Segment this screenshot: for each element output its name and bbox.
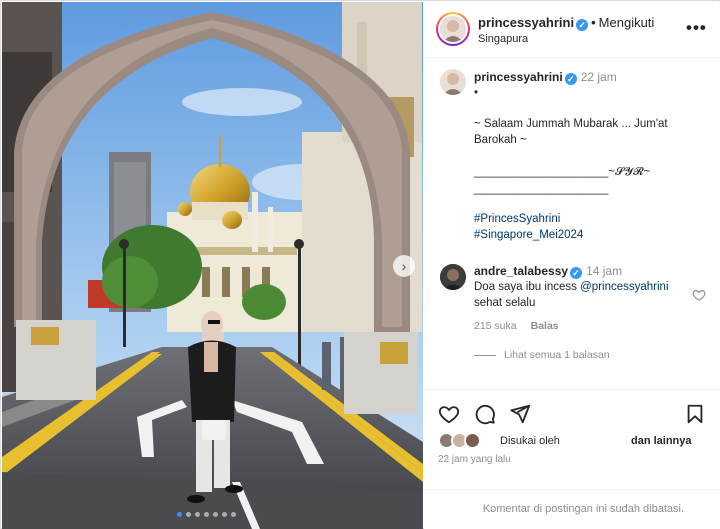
action-bar: Disukai oleh dan lainnya 22 jam yang lal… bbox=[424, 389, 720, 489]
caption-line: _____________________~𝓢𝓨𝓡~ bbox=[474, 166, 651, 178]
liked-by-row: Disukai oleh dan lainnya bbox=[438, 432, 708, 450]
comment-heart-icon[interactable] bbox=[692, 288, 706, 302]
verified-badge-icon: ✓ bbox=[570, 267, 583, 279]
carousel-next-button[interactable]: › bbox=[393, 255, 415, 277]
post-modal: › princessyahrini ✓ • Mengikuti Singapura •… bbox=[0, 0, 720, 529]
comment-text: Doa saya ibu incess @princessyahrini bbox=[474, 281, 669, 293]
liker-avatar[interactable] bbox=[464, 432, 481, 449]
avatar-illustration bbox=[440, 16, 466, 42]
carousel-dot[interactable] bbox=[204, 512, 209, 517]
carousel-dot[interactable] bbox=[222, 512, 227, 517]
photo-illustration bbox=[2, 2, 423, 529]
carousel-dot[interactable] bbox=[177, 512, 182, 517]
comment-text-line2: sehat selalu bbox=[474, 297, 536, 309]
post-sidebar: princessyahrini ✓ • Mengikuti Singapura •••… bbox=[424, 2, 720, 529]
liked-by-label: Disukai oleh bbox=[500, 435, 560, 447]
comment-meta: 215 suka Balas bbox=[474, 320, 573, 332]
verified-badge-icon: ✓ bbox=[576, 19, 589, 31]
replies-divider bbox=[474, 354, 496, 356]
caption-avatar[interactable] bbox=[440, 69, 466, 95]
verified-badge-icon: ✓ bbox=[564, 73, 577, 85]
header-username-row: princessyahrini ✓ • Mengikuti bbox=[478, 15, 654, 31]
caption-time[interactable]: 22 jam bbox=[581, 70, 617, 84]
paper-plane-icon[interactable] bbox=[509, 403, 531, 425]
caption-line: • bbox=[474, 87, 479, 99]
caption-line: Barokah ~ bbox=[474, 134, 527, 146]
comment-time[interactable]: 14 jam bbox=[586, 264, 622, 278]
comments-footer: Komentar di postingan ini sudah dibatasi… bbox=[424, 489, 720, 529]
carousel-dots bbox=[177, 512, 236, 517]
commenter-avatar-illustration bbox=[440, 264, 466, 290]
view-replies-button[interactable]: Lihat semua 1 balasan bbox=[474, 349, 610, 361]
comment-bubble-icon[interactable] bbox=[474, 403, 496, 425]
commenter-avatar[interactable] bbox=[440, 264, 466, 290]
header-separator: • bbox=[591, 15, 596, 30]
post-photo[interactable]: › bbox=[2, 2, 423, 529]
avatar-image bbox=[438, 14, 468, 44]
caption-line: ~ Salaam Jummah Mubarak ... Jum'at bbox=[474, 118, 668, 130]
header-username[interactable]: princessyahrini bbox=[478, 15, 574, 30]
carousel-dot[interactable] bbox=[231, 512, 236, 517]
and-others-link[interactable]: dan lainnya bbox=[631, 435, 692, 447]
comment-likes[interactable]: 215 suka bbox=[474, 320, 517, 332]
caption-username[interactable]: princessyahrini bbox=[474, 70, 563, 84]
profile-avatar[interactable] bbox=[436, 12, 470, 46]
hashtag-link[interactable]: #PrincesSyahrini bbox=[474, 213, 560, 225]
view-replies-label: Lihat semua 1 balasan bbox=[504, 349, 610, 361]
chevron-right-icon: › bbox=[401, 258, 407, 274]
post-header: princessyahrini ✓ • Mengikuti Singapura ••• bbox=[424, 2, 720, 58]
follow-status-button[interactable]: Mengikuti bbox=[599, 15, 655, 30]
carousel-dot[interactable] bbox=[195, 512, 200, 517]
reply-button[interactable]: Balas bbox=[531, 320, 559, 332]
hashtag-link[interactable]: #Singapore_Mei2024 bbox=[474, 229, 583, 241]
comment-username[interactable]: andre_talabessy bbox=[474, 264, 568, 278]
carousel-dot[interactable] bbox=[186, 512, 191, 517]
comment-text-part: Doa saya ibu incess bbox=[474, 281, 581, 293]
more-options-icon[interactable]: ••• bbox=[686, 18, 707, 38]
posted-time[interactable]: 22 jam yang lalu bbox=[438, 454, 511, 465]
heart-icon[interactable] bbox=[438, 403, 460, 425]
comments-limited-notice: Komentar di postingan ini sudah dibatasi… bbox=[482, 503, 684, 515]
caption-line: _____________________ bbox=[474, 183, 609, 195]
location-link[interactable]: Singapura bbox=[478, 33, 528, 45]
comment-username-row: andre_talabessy ✓ 14 jam bbox=[474, 264, 622, 279]
caption-username-row: princessyahrini ✓ 22 jam bbox=[474, 70, 617, 85]
carousel-dot[interactable] bbox=[213, 512, 218, 517]
bookmark-icon[interactable] bbox=[684, 403, 706, 425]
mention-link[interactable]: @princessyahrini bbox=[580, 281, 668, 293]
caption-avatar-illustration bbox=[440, 69, 466, 95]
